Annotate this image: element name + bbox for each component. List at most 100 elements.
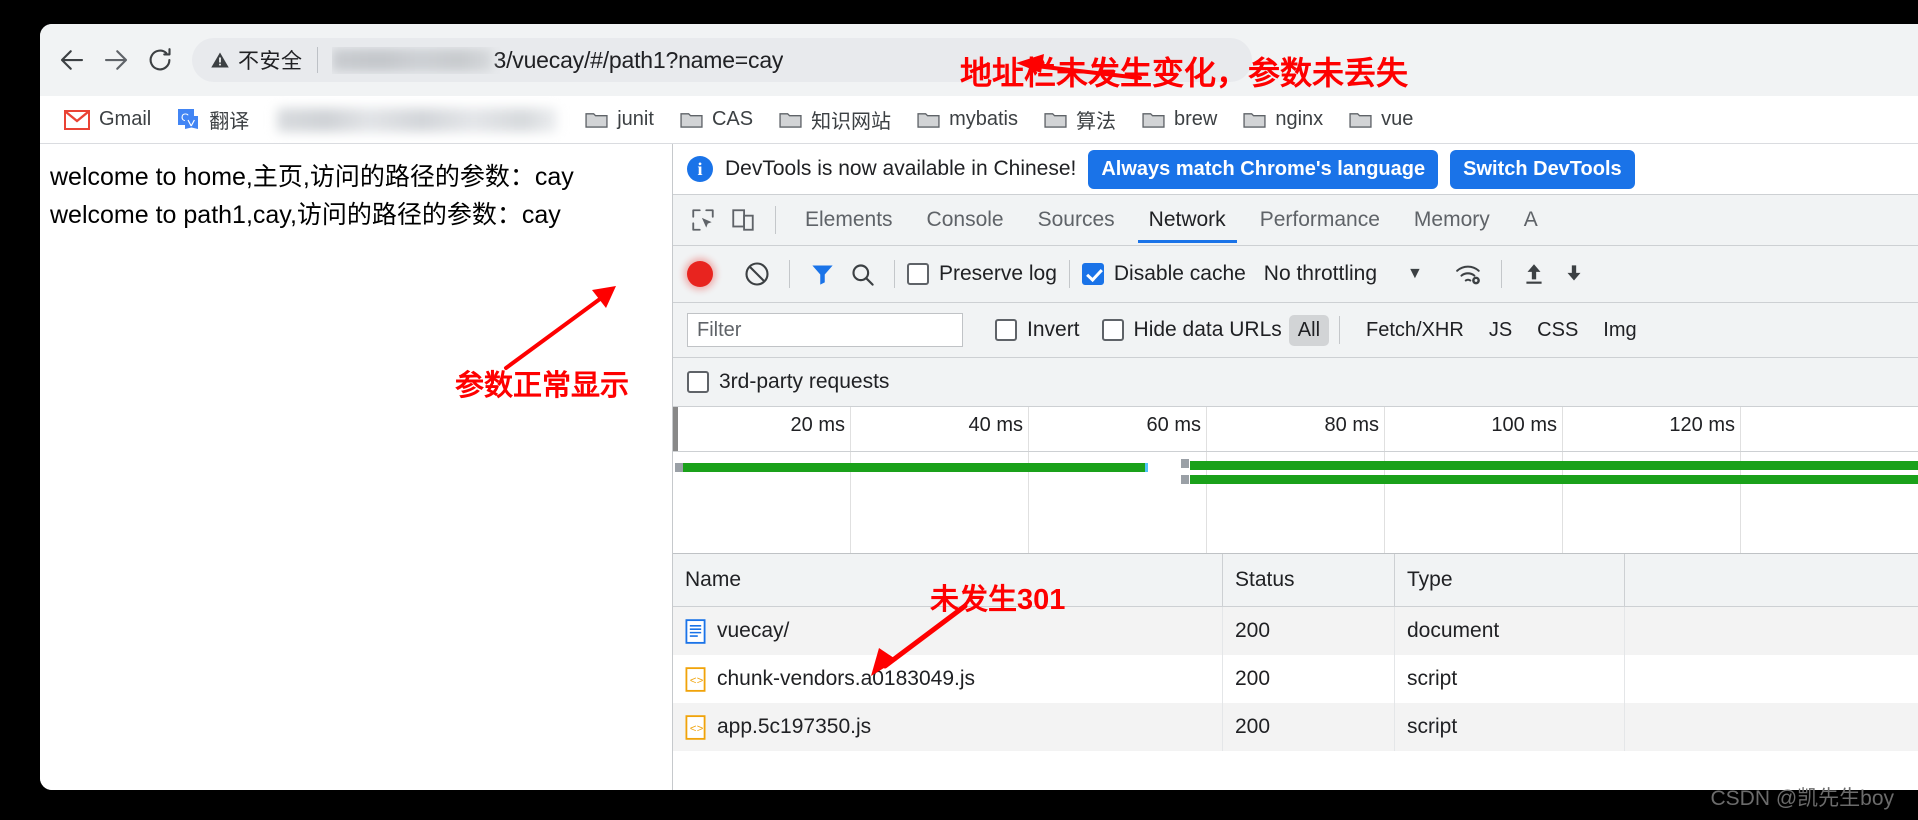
tab-console[interactable]: Console	[910, 198, 1021, 242]
invert-toggle[interactable]: Invert	[995, 318, 1080, 342]
hide-data-urls-label: Hide data URLs	[1133, 318, 1282, 341]
request-name-cell[interactable]: vuecay/	[673, 607, 1223, 655]
search-button[interactable]	[842, 254, 882, 294]
table-row[interactable]: vuecay/ 200 document	[673, 607, 1918, 655]
table-row[interactable]: <> app.5c197350.js 200 script	[673, 703, 1918, 751]
tab-application[interactable]: A	[1507, 198, 1555, 242]
timeline-left-handle[interactable]	[673, 407, 678, 451]
type-filter-fetch-xhr[interactable]: Fetch/XHR	[1357, 315, 1473, 346]
device-toolbar-button[interactable]	[723, 200, 763, 240]
timeline-bar-cap	[1181, 475, 1189, 484]
invert-checkbox[interactable]	[995, 319, 1017, 341]
network-timeline-overview[interactable]: 20 ms 40 ms 60 ms 80 ms 100 ms 120 ms	[673, 407, 1918, 553]
timeline-tick-label: 20 ms	[790, 414, 845, 436]
gmail-icon	[64, 109, 90, 130]
type-filter-css[interactable]: CSS	[1528, 315, 1587, 346]
timeline-tick-label: 100 ms	[1491, 414, 1557, 436]
folder-icon	[585, 113, 608, 128]
switch-devtools-button[interactable]: Switch DevTools	[1450, 149, 1635, 189]
third-party-toggle[interactable]: 3rd-party requests	[687, 370, 889, 394]
preserve-log-toggle[interactable]: Preserve log	[907, 262, 1057, 286]
column-header-status[interactable]: Status	[1223, 554, 1395, 606]
folder-icon	[917, 113, 940, 128]
request-name-text: vuecay/	[717, 619, 790, 642]
bookmark-folder-mybatis[interactable]: mybatis	[907, 103, 1028, 136]
column-header-name[interactable]: Name	[673, 554, 1223, 606]
third-party-checkbox[interactable]	[687, 371, 709, 393]
timeline-bar-cap	[675, 463, 683, 472]
network-conditions-button[interactable]	[1449, 254, 1489, 294]
filter-toggle-button[interactable]	[802, 254, 842, 294]
request-status-cell: 200	[1223, 607, 1395, 655]
table-row[interactable]: <> chunk-vendors.a0183049.js 200 script	[673, 655, 1918, 703]
back-button[interactable]	[50, 38, 94, 82]
redacted-bookmarks-blur	[277, 107, 558, 132]
toolbar-divider-4	[1500, 260, 1502, 288]
svg-text:<>: <>	[690, 676, 704, 688]
chevron-down-icon[interactable]: ▼	[1407, 265, 1423, 283]
request-status-cell: 200	[1223, 655, 1395, 703]
timeline-bar-document	[683, 463, 1145, 472]
warning-triangle-icon	[211, 52, 229, 68]
tab-network[interactable]: Network	[1132, 198, 1243, 243]
timeline-bar-script-1	[1190, 461, 1918, 470]
toolbar-divider-3	[1068, 260, 1070, 288]
timeline-cell: 20 ms	[673, 407, 851, 553]
bookmark-folder-vue[interactable]: vue	[1339, 103, 1423, 136]
always-match-language-button[interactable]: Always match Chrome's language	[1088, 149, 1439, 189]
request-name-cell[interactable]: <> app.5c197350.js	[673, 703, 1223, 751]
bookmark-label: 翻译	[209, 111, 250, 133]
bookmark-folder-algorithms[interactable]: 算法	[1034, 100, 1126, 139]
bookmark-translate[interactable]: G 翻译	[167, 100, 259, 139]
inspect-element-button[interactable]	[683, 200, 723, 240]
google-translate-icon: G	[178, 109, 199, 129]
address-bar[interactable]: 不安全 3/vuecay/#/path1?name=cay	[192, 38, 1252, 82]
tab-sources[interactable]: Sources	[1021, 198, 1132, 242]
folder-icon	[680, 113, 703, 128]
invert-label: Invert	[1027, 318, 1080, 341]
disable-cache-toggle[interactable]: Disable cache	[1081, 262, 1246, 286]
bookmark-label: CAS	[711, 108, 754, 130]
forward-button[interactable]	[94, 38, 138, 82]
disable-cache-checkbox[interactable]	[1081, 263, 1104, 285]
filter-divider	[1339, 316, 1341, 344]
type-filter-img[interactable]: Img	[1594, 315, 1645, 346]
timeline-bar-cap	[1181, 459, 1189, 468]
hide-data-urls-checkbox[interactable]	[1101, 319, 1124, 341]
csdn-watermark: CSDN @凯先生boy	[1710, 787, 1894, 810]
arrow-right-icon	[104, 50, 128, 70]
bookmark-folder-brew[interactable]: brew	[1132, 103, 1227, 136]
bookmark-folder-nginx[interactable]: nginx	[1233, 103, 1333, 136]
clear-requests-button[interactable]	[737, 254, 777, 294]
bookmark-folder-junit[interactable]: junit	[575, 103, 664, 136]
bookmark-gmail[interactable]: Gmail	[54, 103, 161, 136]
type-filter-js[interactable]: JS	[1480, 315, 1521, 346]
throttling-select[interactable]: No throttling	[1264, 262, 1377, 286]
bookmark-folder-knowledge[interactable]: 知识网站	[769, 100, 901, 139]
devtools-language-banner: i DevTools is now available in Chinese! …	[673, 144, 1918, 195]
record-button-icon[interactable]	[687, 261, 713, 287]
disable-cache-label: Disable cache	[1113, 262, 1246, 285]
preserve-log-label: Preserve log	[939, 262, 1057, 285]
tab-memory[interactable]: Memory	[1397, 198, 1507, 242]
tab-performance[interactable]: Performance	[1243, 198, 1397, 242]
filter-input[interactable]	[687, 313, 963, 347]
reload-icon	[149, 48, 171, 71]
request-type-cell: script	[1395, 655, 1625, 703]
folder-icon	[1044, 113, 1067, 128]
type-filter-all[interactable]: All	[1288, 314, 1330, 346]
bookmark-label: vue	[1381, 108, 1414, 130]
preserve-log-checkbox[interactable]	[907, 263, 929, 285]
bookmark-folder-cas[interactable]: CAS	[670, 103, 763, 136]
reload-button[interactable]	[138, 38, 182, 82]
tab-elements[interactable]: Elements	[788, 198, 910, 242]
info-circle-icon: i	[687, 156, 713, 182]
page-viewport: welcome to home,主页,访问的路径的参数：cay welcome …	[40, 144, 673, 790]
timeline-event-tick	[1145, 463, 1148, 472]
column-header-type[interactable]: Type	[1395, 554, 1625, 606]
export-har-button[interactable]	[1554, 254, 1594, 294]
request-name-cell[interactable]: <> chunk-vendors.a0183049.js	[673, 655, 1223, 703]
bookmark-label: nginx	[1275, 108, 1324, 130]
import-har-button[interactable]	[1514, 254, 1554, 294]
hide-data-urls-toggle[interactable]: Hide data URLs	[1101, 318, 1282, 342]
